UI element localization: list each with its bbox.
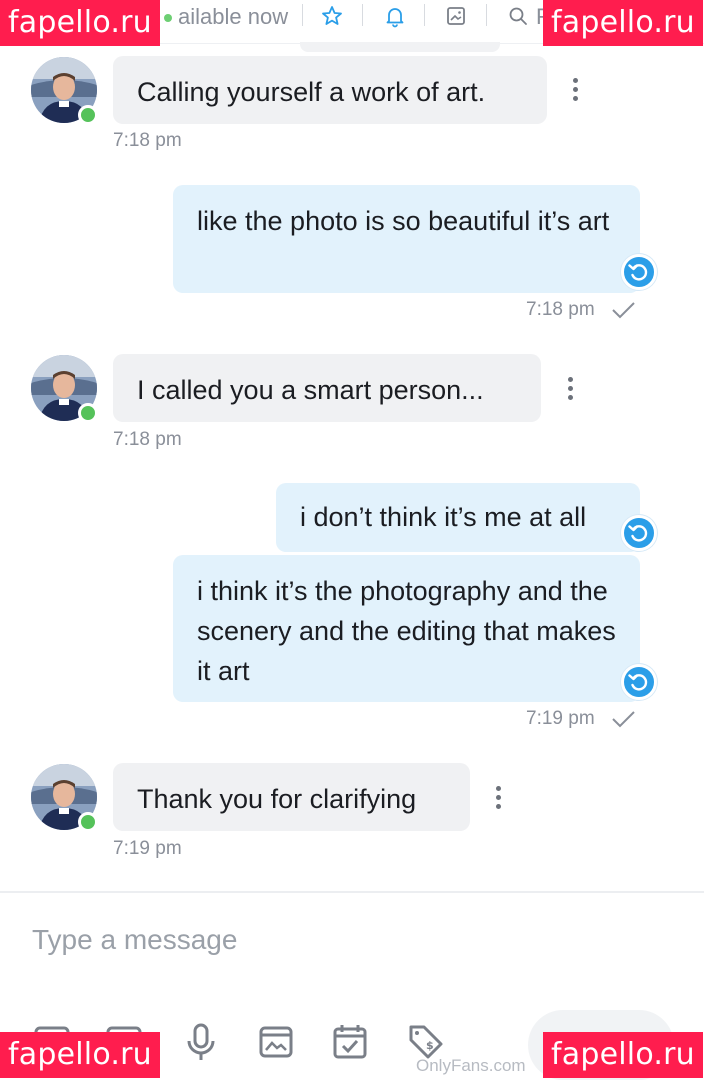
bell-icon[interactable]: [383, 4, 407, 28]
search-icon[interactable]: [506, 4, 530, 28]
sent-check-icon: [612, 302, 635, 319]
message-timestamp: 7:19 pm: [113, 838, 182, 859]
message-text: Calling yourself a work of art.: [137, 77, 486, 107]
toolbar-divider: [424, 4, 425, 26]
message-options-icon[interactable]: [566, 377, 574, 403]
undo-icon[interactable]: [621, 515, 657, 551]
message-text: Thank you for clarifying: [137, 784, 417, 814]
toolbar-divider: [302, 4, 303, 26]
toolbar-divider: [362, 4, 363, 26]
message-bubble-incoming[interactable]: I called you a smart person...: [113, 354, 541, 422]
message-bubble-outgoing[interactable]: like the photo is so beautiful it’s art: [173, 185, 640, 293]
availability-dot: [164, 14, 172, 22]
message-text: I called you a smart person...: [137, 375, 484, 405]
message-input[interactable]: Type a message: [32, 924, 237, 956]
scroll-shadow: [300, 42, 500, 52]
message-options-icon[interactable]: [494, 786, 502, 812]
microphone-icon[interactable]: [181, 1022, 221, 1062]
online-indicator: [78, 812, 98, 832]
undo-icon[interactable]: [621, 664, 657, 700]
message-bubble-incoming[interactable]: Thank you for clarifying: [113, 763, 470, 831]
undo-icon[interactable]: [621, 254, 657, 290]
message-text: like the photo is so beautiful it’s art: [197, 206, 610, 236]
message-options-icon[interactable]: [571, 78, 579, 104]
message-bubble-incoming[interactable]: Calling yourself a work of art.: [113, 56, 547, 124]
watermark: fapello.ru: [0, 0, 160, 46]
watermark: fapello.ru: [543, 0, 703, 46]
message-timestamp: 7:18 pm: [113, 429, 182, 450]
message-timestamp: 7:18 pm: [526, 299, 595, 320]
message-bubble-outgoing[interactable]: i don’t think it’s me at all: [276, 483, 640, 552]
message-timestamp: 7:18 pm: [113, 130, 182, 151]
message-text: i think it’s the photography and the sce…: [197, 576, 616, 686]
online-indicator: [78, 403, 98, 423]
image-icon[interactable]: [444, 4, 468, 28]
message-text: i don’t think it’s me at all: [300, 502, 587, 532]
site-brand: OnlyFans.com: [416, 1056, 526, 1075]
message-bubble-outgoing[interactable]: i think it’s the photography and the sce…: [173, 555, 640, 702]
composer-divider: [0, 891, 704, 893]
calendar-icon[interactable]: [330, 1022, 370, 1062]
image-icon[interactable]: [256, 1022, 296, 1062]
svg-text:$: $: [426, 1039, 434, 1052]
toolbar-divider: [486, 4, 487, 26]
watermark: fapello.ru: [0, 1032, 160, 1078]
online-indicator: [78, 105, 98, 125]
sent-check-icon: [612, 711, 635, 728]
watermark: fapello.ru: [543, 1032, 703, 1078]
availability-status: ailable now: [178, 4, 289, 29]
star-icon[interactable]: [320, 4, 344, 28]
message-timestamp: 7:19 pm: [526, 708, 595, 729]
